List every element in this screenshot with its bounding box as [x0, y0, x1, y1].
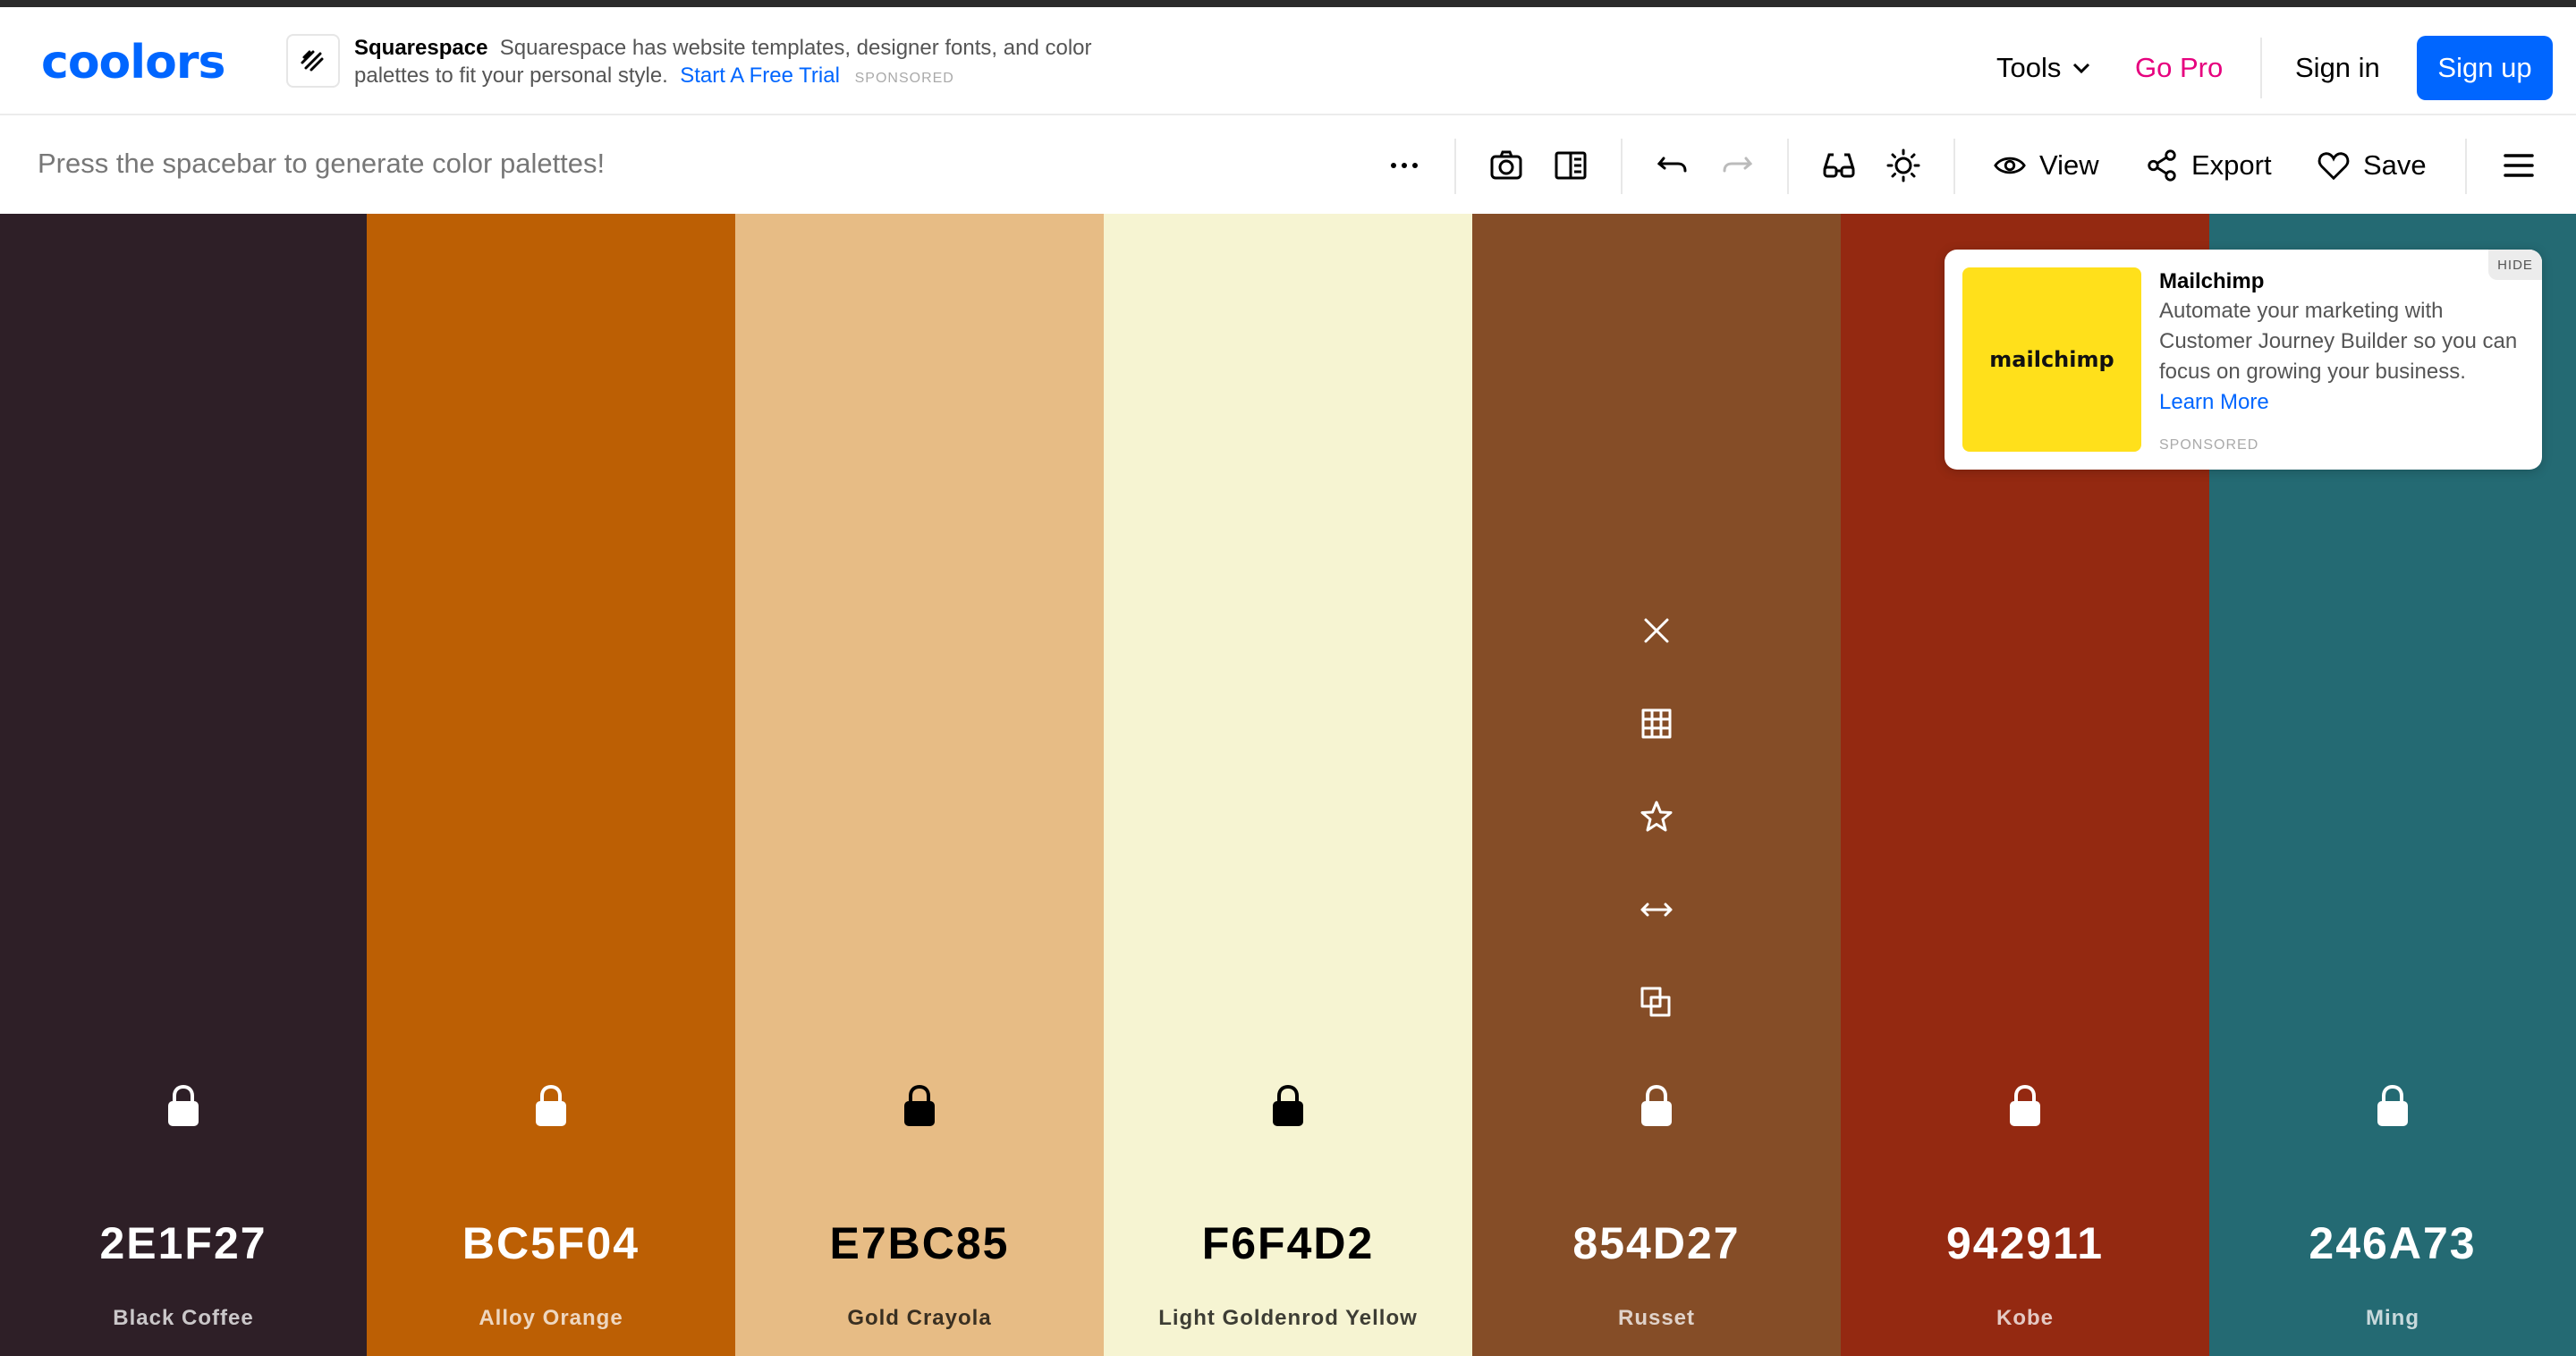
more-options-icon[interactable] [1383, 144, 1426, 187]
color-hex[interactable]: 942911 [1841, 1217, 2209, 1269]
tools-label: Tools [1996, 52, 2062, 83]
drag-arrows-icon[interactable] [1630, 892, 1683, 985]
color-column[interactable]: 2E1F27 Black Coffee [0, 214, 367, 1356]
toolbar-divider [1454, 139, 1456, 194]
ad-card-title: Mailchimp [2159, 269, 2265, 293]
nav-divider [2260, 38, 2262, 98]
spacebar-hint: Press the spacebar to generate color pal… [38, 148, 606, 179]
color-hex[interactable]: 246A73 [2209, 1217, 2576, 1269]
color-hex[interactable]: 854D27 [1472, 1217, 1841, 1269]
view-label: View [2039, 149, 2099, 181]
color-name[interactable]: Light Goldenrod Yellow [1104, 1306, 1472, 1331]
color-column[interactable]: F6F4D2 Light Goldenrod Yellow [1104, 214, 1472, 1356]
view-button[interactable]: View [1993, 140, 2099, 191]
color-column[interactable]: BC5F04 Alloy Orange [367, 214, 735, 1356]
chevron-down-icon [2073, 63, 2090, 74]
mailchimp-logo[interactable]: mailchimp [1962, 267, 2141, 452]
toolbar-divider [1953, 139, 1955, 194]
save-label: Save [2363, 149, 2427, 181]
hide-ad-button[interactable]: HIDE [2488, 250, 2542, 280]
coolors-logo[interactable]: coolors [41, 39, 225, 86]
color-column[interactable]: E7BC85 Gold Crayola [735, 214, 1104, 1356]
ad-sponsored-label: SPONSORED [854, 71, 954, 86]
ad-card-sponsored: SPONSORED [2159, 437, 2259, 453]
header: coolors Squarespace Squarespace has webs… [0, 7, 2576, 115]
color-hex[interactable]: BC5F04 [367, 1217, 735, 1269]
color-name[interactable]: Alloy Orange [367, 1306, 735, 1331]
toolbar-divider [1621, 139, 1623, 194]
sign-in-link[interactable]: Sign in [2295, 43, 2380, 93]
lock-icon[interactable] [902, 1083, 937, 1128]
undo-icon[interactable] [1651, 144, 1694, 187]
color-hex[interactable]: F6F4D2 [1104, 1217, 1472, 1269]
lock-icon[interactable] [2007, 1083, 2043, 1128]
redo-icon[interactable] [1716, 144, 1758, 187]
save-button[interactable]: Save [2317, 140, 2427, 191]
mailchimp-ad-card: mailchimp Mailchimp Automate your market… [1945, 250, 2542, 470]
toolbar-divider [1787, 139, 1789, 194]
ad-card-text: Automate your marketing with Customer Jo… [2159, 296, 2526, 418]
lock-icon[interactable] [533, 1083, 569, 1128]
export-label: Export [2191, 149, 2272, 181]
sign-up-button[interactable]: Sign up [2417, 36, 2553, 100]
toolbar-divider [2465, 139, 2467, 194]
export-button[interactable]: Export [2145, 140, 2272, 191]
color-hex[interactable]: 2E1F27 [0, 1217, 367, 1269]
lock-icon[interactable] [1639, 1083, 1674, 1128]
glasses-icon[interactable] [1818, 144, 1860, 187]
color-name[interactable]: Gold Crayola [735, 1306, 1104, 1331]
copy-icon[interactable] [1630, 985, 1683, 1078]
hamburger-menu-icon[interactable] [2497, 144, 2540, 187]
squarespace-icon[interactable] [286, 34, 340, 88]
side-panel-icon[interactable] [1549, 144, 1592, 187]
learn-more-link[interactable]: Learn More [2159, 390, 2269, 414]
go-pro-link[interactable]: Go Pro [2135, 43, 2223, 93]
color-hex[interactable]: E7BC85 [735, 1217, 1104, 1269]
color-name[interactable]: Russet [1472, 1306, 1841, 1331]
top-accent-bar [0, 0, 2576, 7]
lock-icon[interactable] [1270, 1083, 1306, 1128]
heart-icon [2318, 152, 2350, 181]
color-name[interactable]: Black Coffee [0, 1306, 367, 1331]
color-actions [1630, 613, 1683, 1078]
color-column[interactable]: 854D27 Russet [1472, 214, 1841, 1356]
favorite-star-icon[interactable] [1630, 799, 1683, 892]
lock-icon[interactable] [2375, 1083, 2411, 1128]
ad-brand: Squarespace [354, 36, 488, 60]
color-name[interactable]: Kobe [1841, 1306, 2209, 1331]
sun-icon[interactable] [1882, 144, 1925, 187]
mailchimp-logo-text: mailchimp [1989, 347, 2114, 372]
camera-icon[interactable] [1485, 144, 1528, 187]
ad-card-description: Automate your marketing with Customer Jo… [2159, 299, 2518, 384]
top-ad: Squarespace Squarespace has website temp… [354, 34, 1114, 92]
color-name[interactable]: Ming [2209, 1306, 2576, 1331]
ad-cta-link[interactable]: Start A Free Trial [680, 64, 840, 88]
share-icon [2148, 149, 2176, 182]
remove-color-icon[interactable] [1630, 613, 1683, 706]
shades-grid-icon[interactable] [1630, 706, 1683, 799]
lock-icon[interactable] [165, 1083, 201, 1128]
toolbar: Press the spacebar to generate color pal… [0, 117, 2576, 214]
eye-icon [1994, 157, 2026, 174]
tools-menu[interactable]: Tools [1996, 43, 2093, 93]
